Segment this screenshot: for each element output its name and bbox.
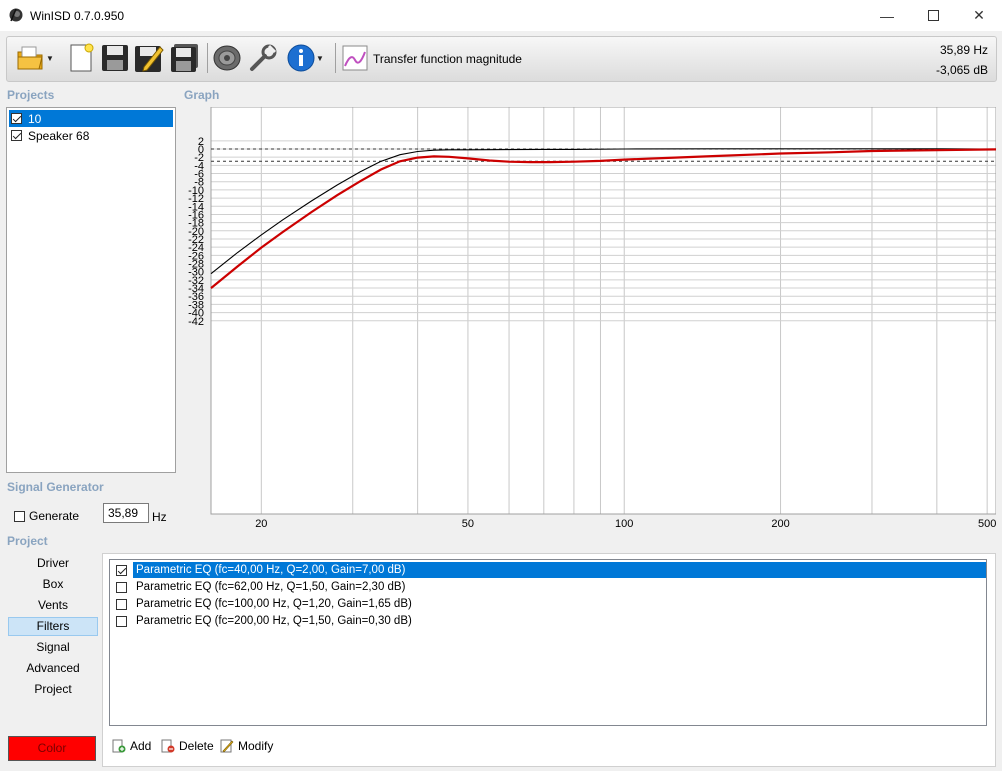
add-label: Add	[130, 739, 152, 753]
nav-project[interactable]: Project	[8, 680, 98, 699]
project-header: Project	[7, 534, 48, 548]
transfer-function-chart[interactable]: 20-2-4-6-8-10-12-14-16-18-20-22-24-26-28…	[180, 107, 996, 532]
project-label: 10	[28, 111, 42, 126]
modify-icon	[220, 739, 234, 753]
graph-header: Graph	[184, 88, 220, 102]
checkbox[interactable]	[11, 130, 22, 141]
edit-save-icon	[135, 46, 164, 72]
save-all-icon	[171, 44, 198, 72]
filter-label: Parametric EQ (fc=62,00 Hz, Q=1,50, Gain…	[136, 581, 406, 593]
filter-label: Parametric EQ (fc=200,00 Hz, Q=1,50, Gai…	[136, 615, 412, 627]
save-icon	[102, 45, 128, 71]
projects-header: Projects	[7, 88, 55, 102]
nav-driver[interactable]: Driver	[8, 554, 98, 573]
open-folder-icon	[17, 46, 43, 70]
toolbar: ▼ ▼ Transfer function magnitude 35,89 Hz…	[6, 36, 997, 82]
add-filter-button[interactable]: Add	[112, 737, 151, 755]
toolbar-separator	[207, 43, 208, 73]
checkbox[interactable]	[116, 581, 127, 593]
frequency-unit: Hz	[152, 510, 167, 524]
minimize-button[interactable]: —	[864, 0, 910, 31]
app-icon	[9, 8, 23, 22]
x-tick-label: 20	[255, 518, 267, 530]
y-tick-label: -42	[188, 316, 204, 328]
info-button[interactable]: ▼	[283, 42, 327, 74]
driver-icon	[213, 45, 241, 71]
info-icon	[287, 44, 315, 72]
filters-list[interactable]: Parametric EQ (fc=40,00 Hz, Q=2,00, Gain…	[109, 559, 987, 726]
x-tick-label: 50	[462, 518, 474, 530]
wrench-icon	[250, 44, 277, 71]
graph-icon	[342, 45, 368, 71]
checkbox[interactable]	[116, 615, 127, 627]
nav-signal[interactable]: Signal	[8, 638, 98, 657]
maximize-button[interactable]	[910, 0, 956, 31]
filter-item[interactable]: Parametric EQ (fc=200,00 Hz, Q=1,50, Gai…	[112, 613, 986, 629]
checkbox[interactable]	[116, 598, 127, 610]
graph-type-label[interactable]: Transfer function magnitude	[373, 52, 522, 66]
generate-checkbox-row[interactable]: Generate	[14, 509, 79, 523]
nav-vents[interactable]: Vents	[8, 596, 98, 615]
title-bar: WinISD 0.7.0.950 — ✕	[0, 0, 1002, 31]
filter-item[interactable]: Parametric EQ (fc=100,00 Hz, Q=1,20, Gai…	[112, 596, 986, 612]
delete-icon	[161, 739, 175, 753]
minimize-icon: —	[880, 7, 894, 24]
maximize-icon	[927, 10, 939, 21]
level-readout: -3,065 dB	[935, 63, 988, 77]
x-tick-label: 200	[771, 518, 789, 530]
close-icon: ✕	[973, 7, 985, 23]
close-button[interactable]: ✕	[956, 0, 1002, 31]
filter-label: Parametric EQ (fc=40,00 Hz, Q=2,00, Gain…	[133, 562, 986, 578]
new-file-icon	[70, 43, 94, 72]
driver-button[interactable]	[211, 42, 243, 74]
signal-generator-header: Signal Generator	[7, 480, 104, 494]
new-button[interactable]	[65, 42, 97, 74]
checkbox[interactable]	[116, 564, 127, 576]
nav-advanced[interactable]: Advanced	[8, 659, 98, 678]
generate-checkbox[interactable]	[14, 510, 25, 522]
x-tick-label: 100	[615, 518, 633, 530]
project-item[interactable]: 10	[9, 110, 173, 127]
generate-label: Generate	[29, 509, 80, 523]
filter-label: Parametric EQ (fc=100,00 Hz, Q=1,20, Gai…	[136, 598, 412, 610]
filter-item[interactable]: Parametric EQ (fc=40,00 Hz, Q=2,00, Gain…	[112, 562, 986, 578]
checkbox[interactable]	[11, 113, 22, 124]
delete-filter-button[interactable]: Delete	[161, 737, 214, 755]
nav-box[interactable]: Box	[8, 575, 98, 594]
toolbar-separator	[335, 43, 336, 73]
chevron-down-icon: ▼	[316, 53, 324, 63]
color-button[interactable]: Color	[8, 736, 96, 761]
project-label: Speaker 68	[28, 128, 90, 143]
project-item[interactable]: Speaker 68	[9, 127, 173, 144]
options-button[interactable]	[247, 42, 279, 74]
frequency-input[interactable]: 35,89	[103, 503, 149, 523]
nav-filters[interactable]: Filters	[8, 617, 98, 636]
save-all-button[interactable]	[169, 42, 201, 74]
save-button[interactable]	[99, 42, 131, 74]
frequency-readout: 35,89 Hz	[939, 43, 988, 57]
x-tick-label: 500	[978, 518, 996, 530]
graph-select-button[interactable]	[339, 42, 371, 74]
modify-filter-button[interactable]: Modify	[220, 737, 273, 755]
save-as-button[interactable]	[133, 42, 165, 74]
chevron-down-icon: ▼	[46, 53, 54, 63]
window-title: WinISD 0.7.0.950	[30, 9, 125, 23]
plot-area	[211, 107, 996, 514]
projects-list[interactable]: 10 Speaker 68	[6, 107, 176, 473]
filter-item[interactable]: Parametric EQ (fc=62,00 Hz, Q=1,50, Gain…	[112, 579, 986, 595]
add-icon	[112, 739, 126, 753]
modify-label: Modify	[238, 739, 274, 753]
open-button[interactable]: ▼	[15, 42, 55, 74]
delete-label: Delete	[179, 739, 214, 753]
